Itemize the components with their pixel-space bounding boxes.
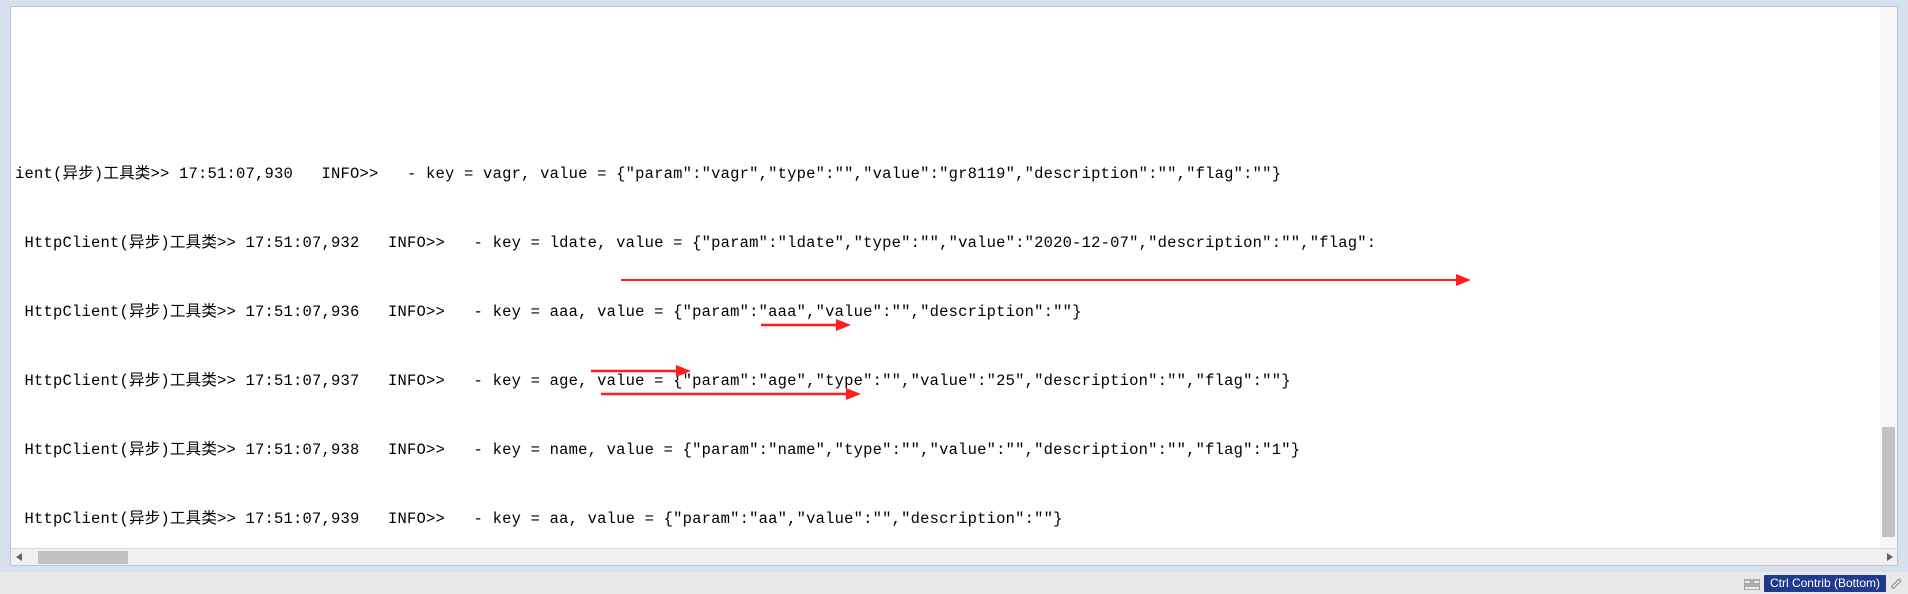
vertical-scrollbar-thumb[interactable]	[1882, 427, 1895, 537]
outer-frame: ient(异步)工具类>> 17:51:07,930 INFO>> - key …	[0, 0, 1908, 594]
horizontal-scrollbar-track[interactable]	[28, 549, 1880, 565]
log-line: HttpClient(异步)工具类>> 17:51:07,938 INFO>> …	[15, 439, 1897, 462]
log-line: HttpClient(异步)工具类>> 17:51:07,936 INFO>> …	[15, 301, 1897, 324]
log-line: HttpClient(异步)工具类>> 17:51:07,939 INFO>> …	[15, 508, 1897, 531]
horizontal-scrollbar-thumb[interactable]	[38, 551, 128, 564]
log-line: HttpClient(异步)工具类>> 17:51:07,932 INFO>> …	[15, 232, 1897, 255]
status-bar: Ctrl Contrib (Bottom)	[0, 572, 1908, 594]
log-output[interactable]: ient(异步)工具类>> 17:51:07,930 INFO>> - key …	[11, 7, 1897, 566]
vertical-scrollbar[interactable]	[1880, 7, 1897, 548]
status-badge[interactable]: Ctrl Contrib (Bottom)	[1764, 575, 1886, 592]
arrow-annotation	[621, 274, 1471, 292]
views-icon[interactable]	[1744, 576, 1760, 590]
scroll-left-button[interactable]	[11, 549, 28, 566]
horizontal-scrollbar[interactable]	[11, 548, 1897, 565]
log-line: HttpClient(异步)工具类>> 17:51:07,937 INFO>> …	[15, 370, 1897, 393]
scroll-right-button[interactable]	[1880, 549, 1897, 566]
log-line: ient(异步)工具类>> 17:51:07,930 INFO>> - key …	[15, 163, 1897, 186]
console-panel: ient(异步)工具类>> 17:51:07,930 INFO>> - key …	[10, 6, 1898, 566]
edit-icon[interactable]	[1890, 576, 1904, 590]
